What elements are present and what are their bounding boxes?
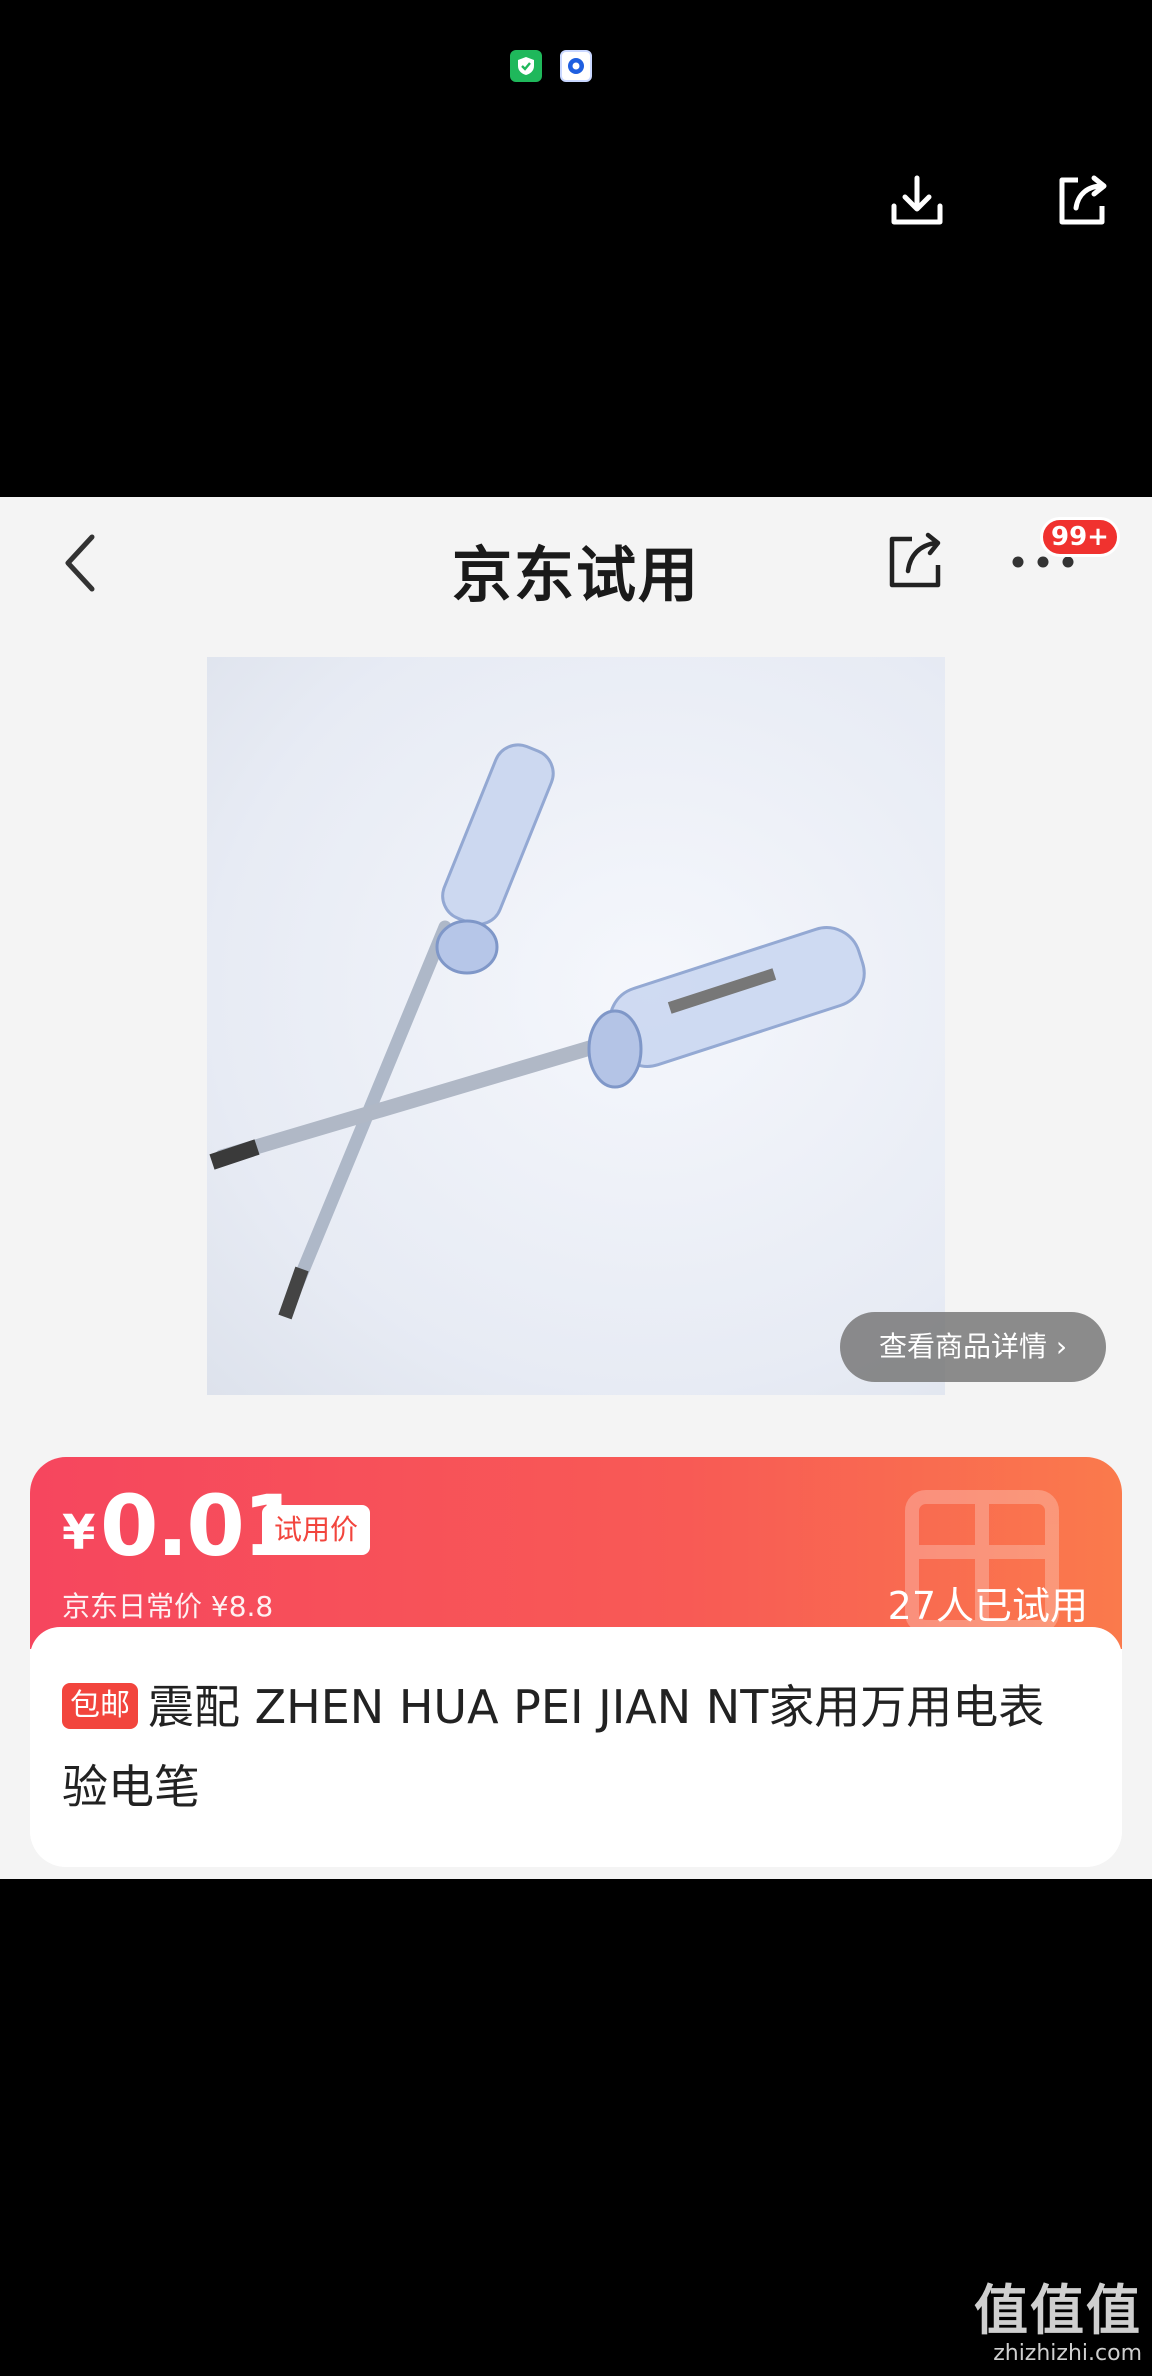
- product-title: 震配 ZHEN HUA PEI JIAN NT家用万用电表 验电笔: [62, 1680, 1045, 1814]
- chevron-right-icon: ›: [1055, 1330, 1068, 1363]
- view-detail-button[interactable]: 查看商品详情 ›: [840, 1312, 1106, 1382]
- app-panel: 京东试用 99+ 查看商品详情 › ¥ 0.01 试用价 京东日常价 ¥8.8 …: [0, 497, 1152, 1879]
- nav-bar: 京东试用 99+: [0, 497, 1152, 627]
- site-watermark: 值值值 zhizhizhi.com: [974, 2266, 1142, 2366]
- view-detail-label: 查看商品详情: [878, 1330, 1047, 1363]
- share-icon[interactable]: [1054, 172, 1112, 230]
- shield-check-icon: [510, 50, 542, 82]
- page-title: 京东试用: [452, 541, 700, 611]
- price-band: ¥ 0.01 试用价 京东日常价 ¥8.8 27人已试用: [30, 1457, 1122, 1649]
- share-icon[interactable]: [884, 531, 946, 593]
- screwdriver-photo: [209, 743, 866, 1320]
- watermark-url: zhizhizhi.com: [993, 2341, 1142, 2366]
- bubble-icon: [560, 50, 592, 82]
- download-icon[interactable]: [888, 172, 946, 230]
- viewer-actions: [888, 172, 1112, 230]
- product-card: ¥ 0.01 试用价 京东日常价 ¥8.8 27人已试用 包邮 震配 ZHEN H…: [30, 1457, 1122, 1867]
- daily-price: 京东日常价 ¥8.8: [62, 1590, 274, 1623]
- message-count-badge: 99+: [1040, 517, 1120, 557]
- trial-price-tag: 试用价: [262, 1505, 371, 1555]
- product-title-block: 包邮 震配 ZHEN HUA PEI JIAN NT家用万用电表 验电笔: [62, 1667, 1088, 1827]
- status-icons: [510, 50, 592, 82]
- free-shipping-tag: 包邮: [62, 1683, 138, 1729]
- product-info: 包邮 震配 ZHEN HUA PEI JIAN NT家用万用电表 验电笔: [30, 1627, 1122, 1867]
- currency-symbol: ¥: [62, 1505, 96, 1561]
- watermark-logo: 值值值: [974, 2279, 1142, 2342]
- tried-count: 27人已试用: [887, 1584, 1088, 1628]
- product-image[interactable]: [207, 657, 945, 1395]
